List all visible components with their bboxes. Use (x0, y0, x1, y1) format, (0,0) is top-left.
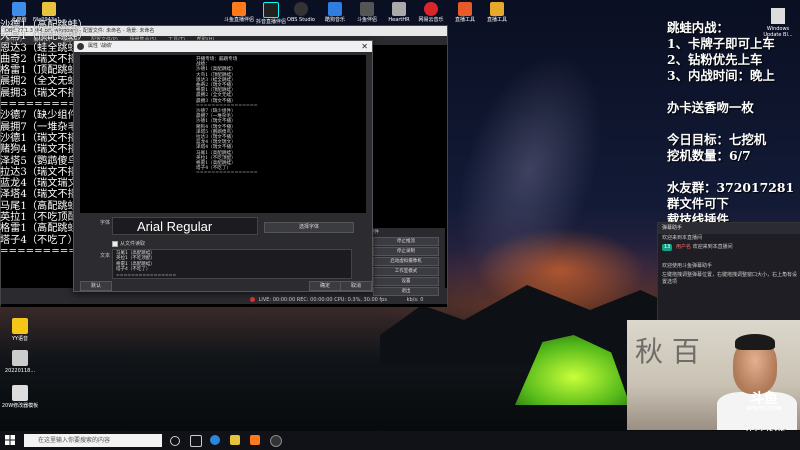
desktop-icon-obs[interactable]: OBS Studio (284, 2, 318, 23)
chat-title: 弹幕助手 (658, 223, 800, 234)
milky-way (423, 24, 637, 316)
select-font-button[interactable]: 选择字体 (264, 222, 354, 233)
checkbox-box[interactable] (112, 240, 118, 247)
obs-controls-panel: 控件 停止推流 停止录制 启动虚拟摄像机 工作室模式 设置 退出 (367, 228, 445, 298)
douyu-icon (232, 2, 246, 16)
dialog-title-bar: 属性 '战绩' ✕ (74, 41, 372, 52)
netease-icon (424, 2, 438, 16)
app-icon (360, 2, 374, 16)
font-display: Arial Regular (112, 217, 258, 235)
file-icon (12, 350, 28, 366)
controls-title: 控件 (370, 230, 379, 235)
chat-row: 欢迎来到本直播间 (662, 235, 703, 241)
yy-icon (12, 318, 28, 334)
exit-button[interactable]: 退出 (373, 287, 439, 296)
ok-button[interactable]: 确定 (309, 281, 341, 291)
desktop-icon-file-2022[interactable]: 20220118... (0, 350, 40, 374)
desktop-icon-netease[interactable]: 网易云音乐 (414, 2, 448, 23)
file-icon (12, 385, 28, 401)
live-indicator-icon (250, 297, 255, 302)
streamer-hair (735, 334, 775, 350)
computer-icon (12, 2, 26, 16)
desktop-icon-modifier[interactable]: 20W修改器模板 (0, 385, 40, 409)
chat-row: 13 用户名 欢迎来到本直播间 (662, 244, 733, 251)
cancel-button[interactable]: 取消 (340, 281, 372, 291)
folder-icon (42, 2, 56, 16)
tool-icon (458, 2, 472, 16)
dialog-preview-text: 开播专场：蹦跳专场 战绩： 沙德1（高配跳蛙） 大鸟1（顶配跳蛙） 恩达3（蛙全… (196, 57, 258, 177)
level-badge: 13 (662, 244, 673, 251)
text-input[interactable]: 马尾1（高配跳蛙） 英拉1（不吃顶配） 格雷1（高配跳蛙） 塔子4（不吃了） =… (112, 249, 352, 279)
read-from-file-checkbox[interactable]: 从文件读取 (112, 240, 145, 247)
font-label: 字体 (100, 220, 111, 226)
desktop-icon-douyu-assistant[interactable]: 斗鱼伴侣 (350, 2, 384, 23)
cortana-icon[interactable] (170, 436, 180, 446)
settings-button[interactable]: 设置 (373, 277, 439, 286)
dialog-preview: 开播专场：蹦跳专场 战绩： 沙德1（高配跳蛙） 大鸟1（顶配跳蛙） 恩达3（蛙全… (80, 55, 366, 213)
desktop-icon-yy[interactable]: YY语音 (0, 318, 40, 342)
douyin-icon (263, 2, 279, 18)
dialog-close-button[interactable]: ✕ (361, 41, 368, 52)
chat-row: 左键拖拽调整弹幕位置，右键拖拽调整窗口大小，右上角有设置选项 (662, 272, 798, 285)
chat-user: 用户名 (675, 244, 691, 250)
windows-start-icon[interactable] (5, 435, 15, 445)
text-label: 文本 (100, 253, 111, 259)
taskbar: 在这里输入你要搜索的内容 (0, 431, 800, 450)
desktop-icon-douyu-companion[interactable]: 斗鱼直播伴侣 (222, 2, 256, 23)
start-virtual-camera-button[interactable]: 启动虚拟摄像机 (373, 257, 439, 266)
calligraphy-background: 秋 百 (635, 335, 700, 368)
kugou-icon (328, 2, 342, 16)
obs-status-bar: LIVE: 00:00:00 REC: 00:00:00 CPU: 0.3%, … (250, 297, 445, 303)
taskbar-search-input[interactable]: 在这里输入你要搜索的内容 (24, 434, 162, 447)
tool-icon (490, 2, 504, 16)
stop-recording-button[interactable]: 停止录制 (373, 247, 439, 256)
edge-icon[interactable] (210, 435, 220, 445)
stop-streaming-button[interactable]: 停止推流 (373, 237, 439, 246)
obs-taskbar-icon[interactable] (270, 435, 282, 447)
chat-row: 欢迎使用斗鱼弹幕助手 (662, 263, 713, 269)
douyu-logo: 斗鱼 DOUYU.COM (746, 391, 782, 412)
obs-icon (294, 2, 308, 16)
desktop-icon-tool-2[interactable]: 直播工具 (480, 2, 514, 23)
studio-mode-button[interactable]: 工作室模式 (373, 267, 439, 276)
danmaku-assistant: 弹幕助手 欢迎来到本直播间 13 用户名 欢迎来到本直播间 欢迎使用斗鱼弹幕助手… (657, 222, 800, 322)
defaults-button[interactable]: 默认 (80, 281, 112, 291)
task-view-icon[interactable] (190, 435, 202, 447)
desktop-icon-tool-1[interactable]: 直播工具 (448, 2, 482, 23)
properties-dialog: 属性 '战绩' ✕ 开播专场：蹦跳专场 战绩： 沙德1（高配跳蛙） 大鸟1（顶配… (73, 40, 373, 292)
file-explorer-icon[interactable] (230, 435, 240, 445)
desktop-icon-heart[interactable]: HeartHR (382, 2, 416, 23)
obs-icon (77, 43, 84, 50)
douyu-taskbar-icon[interactable] (250, 435, 260, 445)
desktop-icon-kugou[interactable]: 酷狗音乐 (318, 2, 352, 23)
webcam-feed: 秋 百 (627, 320, 800, 430)
desktop-icon-douyin-companion[interactable]: 抖音直播伴侣 (254, 2, 288, 25)
app-icon (392, 2, 406, 16)
